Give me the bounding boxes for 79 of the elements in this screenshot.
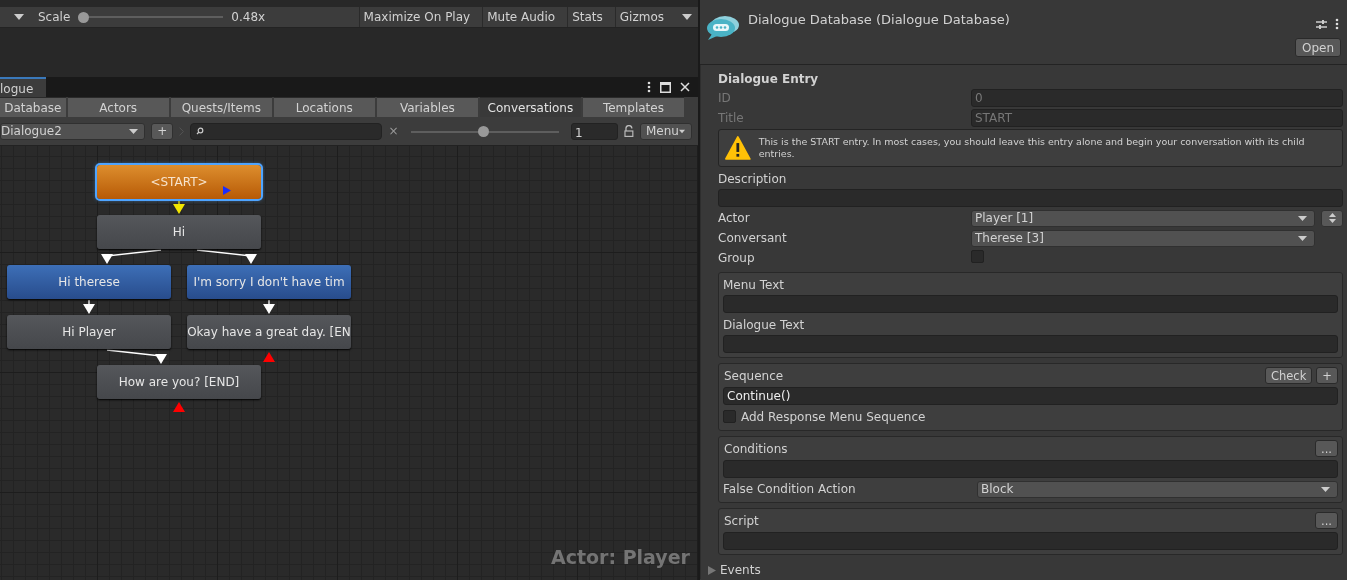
- dialogue-node[interactable]: Hi Player: [7, 315, 171, 349]
- connector-arrow: [196, 249, 257, 264]
- foldout-triangle-icon: [708, 565, 716, 575]
- sequence-field[interactable]: Continue(): [723, 387, 1338, 405]
- maximize-icon[interactable]: [660, 81, 671, 93]
- tab[interactable]: Variables: [376, 97, 478, 117]
- window-tab[interactable]: logue: [0, 77, 47, 97]
- tab[interactable]: Quests/Items: [170, 97, 272, 117]
- search-field[interactable]: [189, 122, 383, 140]
- settings-sliders-icon[interactable]: [1316, 18, 1327, 30]
- field-label: Description: [718, 171, 788, 187]
- clear-search-button[interactable]: ×: [388, 124, 405, 138]
- field-label: Sequence: [724, 368, 784, 383]
- close-icon[interactable]: [680, 82, 690, 92]
- caret-icon: [129, 128, 139, 134]
- menu-dropdown[interactable]: Menu: [640, 122, 692, 140]
- dialogue-node[interactable]: Hi therese: [7, 265, 171, 299]
- conversation-dropdown[interactable]: Dialogue2: [0, 122, 146, 140]
- conditions-field[interactable]: [723, 460, 1338, 478]
- dialogue-node[interactable]: I'm sorry I don't have tim: [187, 265, 351, 299]
- tab[interactable]: Locations: [273, 97, 375, 117]
- more-button[interactable]: ...: [1315, 440, 1338, 457]
- actor-dropdown[interactable]: Player [1]: [971, 209, 1315, 227]
- field-label: ID: [718, 91, 732, 105]
- lock-icon[interactable]: [624, 125, 634, 137]
- warning-icon: [725, 136, 751, 160]
- dialogue-node[interactable]: How are you? [END]: [97, 365, 261, 399]
- scale-value: 0.48x: [231, 10, 266, 24]
- connector-arrow: [173, 199, 185, 214]
- field-label: Conditions: [724, 441, 788, 456]
- inspector-title: Dialogue Database (Dialogue Database): [748, 12, 1010, 27]
- open-button[interactable]: Open: [1294, 38, 1341, 57]
- more-icon[interactable]: [647, 81, 651, 93]
- dropdown-arrow-icon[interactable]: [14, 14, 24, 20]
- connector-arrow: [106, 349, 167, 364]
- field-label: Group: [718, 251, 756, 265]
- zoom-field[interactable]: 1: [570, 122, 619, 140]
- tab[interactable]: Templates: [582, 97, 684, 117]
- more-icon[interactable]: [1335, 18, 1339, 30]
- speech-bubble-icon: [706, 15, 740, 41]
- scale-label: Scale: [38, 10, 71, 24]
- add-button[interactable]: +: [1316, 367, 1338, 384]
- dialogue-text-field[interactable]: [723, 335, 1338, 353]
- dropdown-arrow-icon[interactable]: [682, 14, 692, 20]
- play-icon: [223, 186, 231, 195]
- tab[interactable]: Database: [0, 97, 66, 117]
- caret-icon: [678, 128, 685, 134]
- false-action-dropdown[interactable]: Block: [977, 480, 1338, 498]
- menu-text-field[interactable]: [723, 295, 1338, 313]
- actor-caption: Actor: Player: [551, 546, 690, 568]
- connector-arrow: [101, 249, 162, 264]
- field-label: Menu Text: [723, 277, 786, 293]
- dialogue-node[interactable]: <START>: [97, 165, 261, 199]
- field-label: Conversant: [718, 231, 788, 245]
- caret-icon: [1321, 486, 1330, 492]
- sort-arrows-icon[interactable]: [1321, 209, 1343, 227]
- check-button[interactable]: Check: [1264, 367, 1313, 384]
- connector-arrow: [263, 299, 275, 314]
- field-label: Script: [724, 513, 759, 528]
- warning-message: This is the START entry. In most cases, you should leave this entry alone and begin your conversation with its child entries.: [758, 136, 1306, 160]
- section-heading: Dialogue Entry: [718, 71, 820, 87]
- checkbox-label: Add Response Menu Sequence: [741, 409, 926, 424]
- connector-arrow: [83, 299, 95, 314]
- add-button[interactable]: +: [151, 122, 174, 140]
- dialogue-node[interactable]: Hi: [97, 215, 261, 249]
- checkbox[interactable]: [723, 410, 736, 423]
- field-label: Actor: [718, 211, 751, 225]
- more-button[interactable]: ...: [1315, 512, 1338, 529]
- caret-icon: [1298, 215, 1307, 221]
- field-label: False Condition Action: [723, 482, 857, 496]
- conversant-dropdown[interactable]: Therese [3]: [971, 229, 1315, 247]
- dialogue-node[interactable]: Okay have a great day. [EN: [187, 315, 351, 349]
- field-label: Dialogue Text: [723, 317, 806, 333]
- caret-icon: [1298, 235, 1307, 241]
- search-icon: [195, 127, 204, 135]
- tab[interactable]: Actors: [67, 97, 169, 117]
- events-foldout[interactable]: Events: [708, 561, 1343, 579]
- script-field[interactable]: [723, 532, 1338, 550]
- field-label: Title: [718, 111, 745, 125]
